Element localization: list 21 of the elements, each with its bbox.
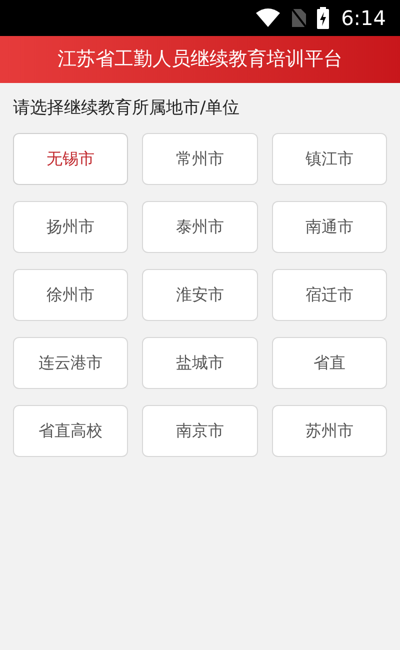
battery-charging-icon	[317, 7, 330, 29]
wifi-icon	[255, 8, 282, 28]
city-option-button[interactable]: 南通市	[272, 200, 387, 252]
prompt-text: 请选择继续教育所属地市/单位	[12, 97, 241, 120]
city-option-button[interactable]: 南京市	[142, 404, 258, 456]
header-title: 江苏省工勤人员继续教育培训平台	[58, 47, 342, 72]
city-option-button[interactable]: 淮安市	[142, 268, 258, 320]
city-option-button[interactable]: 省直	[272, 336, 387, 388]
city-option-button[interactable]: 泰州市	[142, 200, 258, 252]
city-option-button[interactable]: 苏州市	[272, 404, 387, 456]
city-option-button[interactable]: 徐州市	[13, 268, 128, 320]
clock-time: 6:14	[341, 5, 386, 32]
city-option-button[interactable]: 扬州市	[13, 200, 128, 252]
city-option-button[interactable]: 宿迁市	[272, 268, 387, 320]
city-option-button[interactable]: 连云港市	[13, 336, 128, 388]
no-sim-icon	[291, 8, 308, 28]
city-option-button[interactable]: 省直高校	[13, 404, 128, 456]
city-option-button[interactable]: 盐城市	[142, 336, 258, 388]
city-option-button[interactable]: 常州市	[142, 132, 258, 184]
city-option-button[interactable]: 镇江市	[272, 132, 387, 184]
city-option-button[interactable]: 无锡市	[13, 132, 128, 184]
